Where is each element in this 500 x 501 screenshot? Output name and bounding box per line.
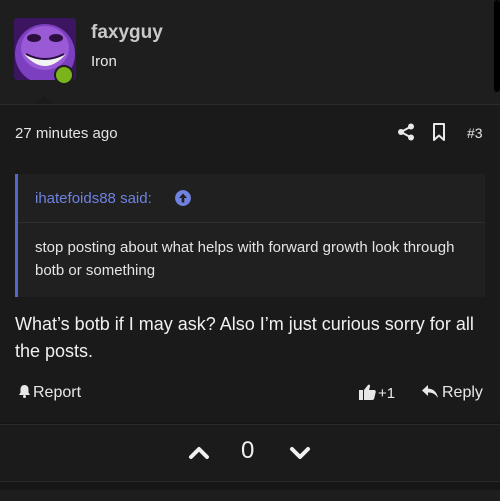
bookmark-icon[interactable]: [432, 123, 446, 141]
quote-block: ihatefoids88 said: stop posting about wh…: [15, 174, 485, 297]
arrow-up-circle-icon[interactable]: [175, 190, 191, 206]
online-status-dot: [54, 65, 74, 85]
vote-score: 0: [241, 437, 255, 464]
chevron-down-icon[interactable]: [288, 442, 312, 464]
thumbs-up-icon: [359, 384, 376, 400]
like-count: +1: [378, 385, 396, 402]
post-number-link[interactable]: #3: [467, 125, 483, 141]
reply-button[interactable]: Reply: [422, 384, 483, 402]
bell-icon: [19, 385, 30, 398]
scrollbar[interactable]: [494, 0, 500, 92]
quote-attribution[interactable]: ihatefoids88 said:: [35, 190, 152, 207]
post-actions: Report +1 Reply: [0, 380, 500, 408]
user-title: Iron: [91, 53, 117, 70]
post-header: faxyguy Iron: [0, 0, 500, 104]
post-message: What’s botb if I may ask? Also I’m just …: [15, 314, 474, 361]
next-post-edge: [0, 490, 500, 501]
report-label: Report: [33, 384, 82, 401]
post-timestamp[interactable]: 27 minutes ago: [15, 125, 118, 142]
like-button[interactable]: +1: [359, 384, 395, 402]
post-body: 27 minutes ago #3 ihatefoids88 said: sto…: [0, 104, 500, 422]
share-icon[interactable]: [397, 123, 415, 141]
chevron-up-icon[interactable]: [187, 442, 211, 464]
quote-divider: [18, 222, 485, 223]
reply-arrow-icon: [422, 385, 438, 398]
username[interactable]: faxyguy: [91, 22, 163, 44]
reply-label: Reply: [442, 384, 483, 401]
vote-bar: 0: [0, 424, 500, 482]
report-button[interactable]: Report: [18, 384, 81, 402]
quote-text: stop posting about what helps with forwa…: [35, 239, 455, 279]
